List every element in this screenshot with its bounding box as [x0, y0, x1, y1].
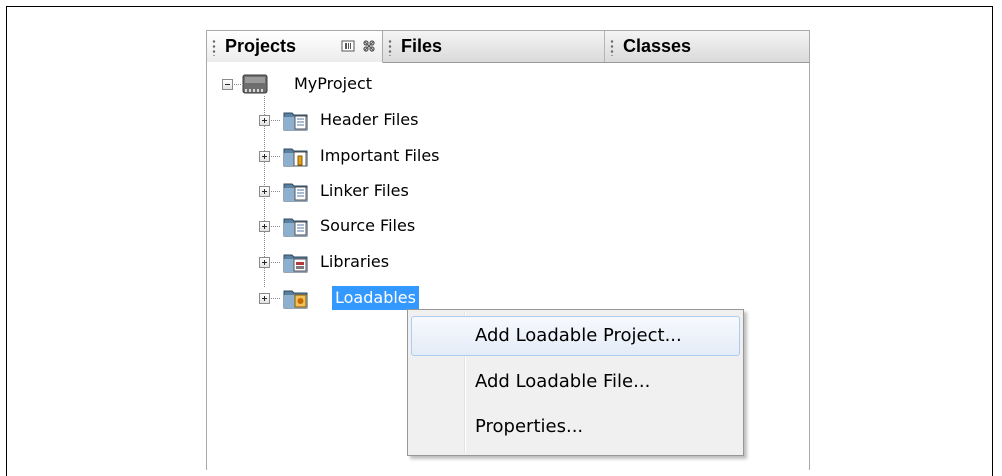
folder-loadable-icon: [283, 290, 308, 309]
minimize-window-icon[interactable]: [340, 38, 356, 54]
tab-projects[interactable]: Projects: [207, 31, 383, 63]
folder-document-icon: [283, 218, 308, 237]
tab-projects-label: Projects: [225, 36, 297, 56]
drag-grip-icon[interactable]: [211, 37, 219, 56]
tab-classes-label: Classes: [623, 36, 692, 56]
folder-document-icon: [283, 112, 308, 131]
expand-toggle-icon[interactable]: [259, 151, 270, 162]
tree-node-libraries[interactable]: Libraries: [317, 250, 392, 274]
expand-toggle-icon[interactable]: [259, 115, 270, 126]
menu-item-add-loadable-file[interactable]: Add Loadable File...: [411, 362, 740, 402]
tree-connector: [271, 298, 281, 299]
expand-toggle-icon[interactable]: [259, 257, 270, 268]
expand-toggle-icon[interactable]: [259, 221, 270, 232]
menu-item-properties[interactable]: Properties...: [411, 407, 740, 447]
folder-important-icon: [283, 148, 308, 167]
expand-toggle-icon[interactable]: [259, 293, 270, 304]
tree-connector: [271, 262, 281, 263]
tree-node-header-files[interactable]: Header Files: [317, 108, 421, 132]
tab-classes[interactable]: Classes: [605, 31, 811, 62]
tree-node-myproject[interactable]: MyProject: [291, 72, 375, 96]
tree-connector: [271, 120, 281, 121]
menu-item-add-loadable-project[interactable]: Add Loadable Project...: [411, 316, 740, 356]
tree-node-linker-files[interactable]: Linker Files: [317, 179, 412, 203]
tree-node-important-files[interactable]: Important Files: [317, 144, 443, 168]
expand-toggle-icon[interactable]: [259, 186, 270, 197]
tab-files-label: Files: [401, 36, 443, 56]
close-tab-icon[interactable]: [361, 38, 377, 54]
chip-icon: [242, 74, 268, 94]
tree-connector: [271, 156, 281, 157]
tree-connector: [271, 191, 281, 192]
tree-connector: [234, 84, 242, 85]
tree-node-source-files[interactable]: Source Files: [317, 214, 418, 238]
folder-library-icon: [283, 254, 308, 273]
drag-grip-icon[interactable]: [387, 37, 395, 56]
context-menu: Add Loadable Project... Add Loadable Fil…: [407, 309, 744, 456]
drag-grip-icon[interactable]: [609, 37, 617, 56]
tree-node-loadables[interactable]: Loadables: [332, 286, 419, 310]
folder-document-icon: [283, 183, 308, 202]
collapse-toggle-icon[interactable]: [222, 79, 233, 90]
tab-files[interactable]: Files: [383, 31, 605, 62]
panel-tab-bar: Projects Files Classes: [206, 30, 810, 63]
tree-connector: [271, 226, 281, 227]
